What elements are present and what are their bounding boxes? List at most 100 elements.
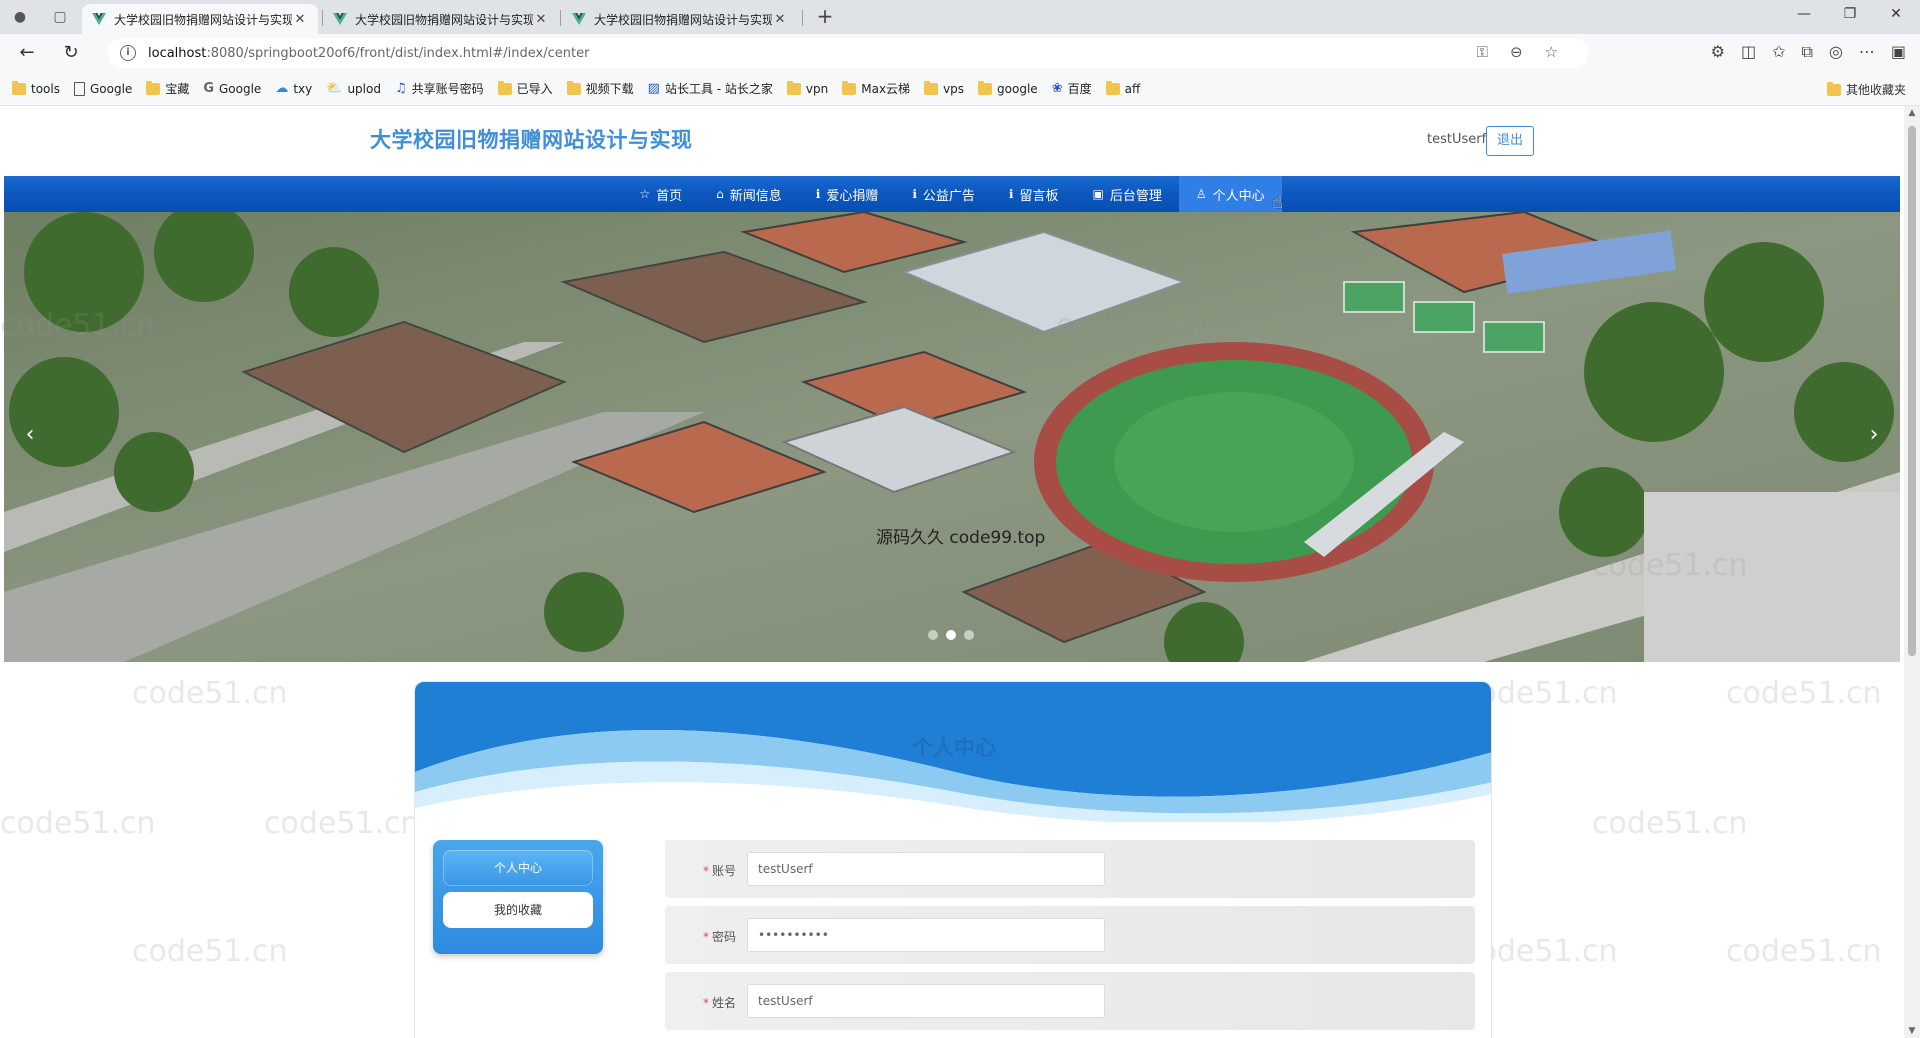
folder-icon: [842, 83, 856, 95]
info-icon: ℹ: [1009, 187, 1014, 201]
share-icon: ♫: [395, 81, 407, 96]
collections-icon[interactable]: ⧉: [1801, 42, 1812, 62]
folder-icon: [1106, 83, 1120, 95]
nav-home[interactable]: ☆首页: [622, 176, 699, 212]
minimize-icon[interactable]: —: [1792, 6, 1816, 28]
bookmark-item[interactable]: ⛅uplod: [326, 81, 381, 96]
url-path: :8080/springboot20of6/front/dist/index.h…: [206, 46, 589, 61]
carousel-dot[interactable]: [964, 630, 974, 640]
vue-logo-icon: [572, 12, 586, 26]
bookmark-item[interactable]: ▨站长工具 - 站长之家: [648, 80, 773, 97]
bookmark-item[interactable]: 视频下载: [567, 80, 634, 97]
favorite-star-icon[interactable]: ☆: [1545, 43, 1558, 61]
side-menu: 个人中心 我的收藏: [433, 840, 603, 954]
back-icon[interactable]: ←: [16, 43, 38, 65]
scroll-up-icon[interactable]: ▲: [1904, 108, 1920, 118]
new-tab-icon[interactable]: +: [814, 6, 836, 28]
tab-title: 大学校园旧物捐赠网站设计与实现: [114, 11, 292, 28]
baidu-icon: ❀: [1052, 81, 1063, 96]
close-tab-icon[interactable]: ✕: [533, 12, 549, 27]
close-tab-icon[interactable]: ✕: [772, 12, 788, 27]
page-icon: [74, 82, 85, 96]
restore-icon[interactable]: ❐: [1838, 6, 1862, 28]
bookmark-item[interactable]: GGoogle: [203, 81, 261, 96]
name-label: *姓名: [703, 994, 736, 1011]
address-toolbar: ← ↻ i localhost:8080/springboot20of6/fro…: [0, 34, 1920, 72]
star-icon: ☆: [639, 187, 650, 201]
page-scrollbar[interactable]: ▲ ▼: [1904, 106, 1920, 1038]
bookmark-item[interactable]: ♫共享账号密码: [395, 80, 484, 97]
tool-icon: ▨: [648, 81, 660, 96]
extensions-icon[interactable]: ⚙: [1711, 42, 1725, 62]
url-bar[interactable]: i localhost:8080/springboot20of6/front/d…: [108, 38, 1588, 68]
split-screen-icon[interactable]: ◫: [1741, 42, 1756, 62]
more-menu-icon[interactable]: ⋯: [1859, 42, 1875, 62]
nav-admin[interactable]: ▣后台管理: [1076, 176, 1179, 212]
reload-icon[interactable]: ↻: [60, 43, 82, 65]
site-info-icon[interactable]: i: [120, 45, 136, 61]
zoom-icon[interactable]: ⊖: [1510, 43, 1523, 61]
url-host: localhost: [148, 46, 206, 61]
bookmark-item[interactable]: vpn: [787, 82, 828, 96]
vue-logo-icon: [92, 12, 106, 26]
password-input[interactable]: [747, 918, 1105, 952]
close-tab-icon[interactable]: ✕: [292, 12, 308, 27]
carousel-prev-icon[interactable]: ‹: [18, 422, 42, 452]
nav-donation[interactable]: ℹ爱心捐赠: [799, 176, 896, 212]
tab-title: 大学校园旧物捐赠网站设计与实现: [355, 11, 533, 28]
folder-icon: [146, 83, 160, 95]
banner-carousel[interactable]: ‹ › 源码久久 code99.top: [4, 212, 1900, 662]
main-nav: ☆首页 ⌂新闻信息 ℹ爱心捐赠 ℹ公益广告 ℹ留言板 ▣后台管理 ♙个人中心: [4, 176, 1900, 212]
bookmark-item[interactable]: ❀百度: [1052, 80, 1092, 97]
carousel-next-icon[interactable]: ›: [1862, 422, 1886, 452]
bookmark-item[interactable]: ☁txy: [275, 81, 312, 96]
folder-icon: [12, 83, 26, 95]
bookmark-item[interactable]: 已导入: [498, 80, 553, 97]
key-icon[interactable]: ⚿: [1477, 43, 1488, 61]
account-input[interactable]: [747, 852, 1105, 886]
form-row-name: *姓名: [665, 972, 1475, 1030]
sidebar-icon[interactable]: ▣: [1891, 42, 1906, 62]
current-username: testUserf: [1427, 132, 1486, 147]
tab-actions-icon[interactable]: ▢: [50, 7, 70, 27]
form-row-account: *账号: [665, 840, 1475, 898]
tab-title: 大学校园旧物捐赠网站设计与实现: [594, 11, 772, 28]
site-header: 大学校园旧物捐赠网站设计与实现 testUserf 退出: [0, 106, 1904, 176]
scrollbar-thumb[interactable]: [1908, 126, 1916, 656]
bookmark-item[interactable]: 宝藏: [146, 80, 189, 97]
browser-tab-2[interactable]: 大学校园旧物捐赠网站设计与实现 ✕: [323, 4, 559, 34]
favorites-icon[interactable]: ✩: [1772, 42, 1785, 62]
menu-personal-center[interactable]: 个人中心: [443, 850, 593, 886]
bookmark-item[interactable]: Max云梯: [842, 80, 910, 97]
banner-caption: 源码久久 code99.top: [876, 523, 1045, 548]
menu-my-favorites[interactable]: 我的收藏: [443, 892, 593, 928]
carousel-dot-active[interactable]: [946, 630, 956, 640]
scroll-down-icon[interactable]: ▼: [1904, 1026, 1920, 1036]
folder-icon: [924, 83, 938, 95]
bookmark-item[interactable]: aff: [1106, 82, 1141, 96]
bookmark-item[interactable]: Google: [74, 82, 132, 96]
nav-news[interactable]: ⌂新闻信息: [699, 176, 799, 212]
profile-icon[interactable]: ●: [10, 7, 30, 27]
browser-tab-3[interactable]: 大学校园旧物捐赠网站设计与实现 ✕: [562, 4, 798, 34]
nav-ads[interactable]: ℹ公益广告: [895, 176, 992, 212]
browser-tab-1[interactable]: 大学校园旧物捐赠网站设计与实现 ✕: [82, 4, 318, 34]
name-input[interactable]: [747, 984, 1105, 1018]
nav-messages[interactable]: ℹ留言板: [992, 176, 1076, 212]
carousel-dot[interactable]: [928, 630, 938, 640]
bookmark-item[interactable]: vps: [924, 82, 964, 96]
tab-separator: [560, 10, 561, 26]
performance-icon[interactable]: ◎: [1829, 42, 1843, 62]
nav-personal-center[interactable]: ♙个人中心: [1179, 176, 1282, 212]
password-label: *密码: [703, 928, 736, 945]
folder-icon: [498, 83, 512, 95]
bookmark-item[interactable]: tools: [12, 82, 60, 96]
browser-tab-bar: ● ▢ 大学校园旧物捐赠网站设计与实现 ✕ 大学校园旧物捐赠网站设计与实现 ✕ …: [0, 0, 1920, 34]
logout-button[interactable]: 退出: [1486, 126, 1534, 156]
info-icon: ℹ: [912, 187, 917, 201]
other-bookmarks[interactable]: 其他收藏夹: [1827, 81, 1906, 98]
page-viewport: 大学校园旧物捐赠网站设计与实现 testUserf 退出 ☆首页 ⌂新闻信息 ℹ…: [0, 106, 1920, 1038]
close-window-icon[interactable]: ✕: [1884, 6, 1908, 28]
upload-icon: ⛅: [326, 81, 342, 96]
bookmark-item[interactable]: google: [978, 82, 1038, 96]
